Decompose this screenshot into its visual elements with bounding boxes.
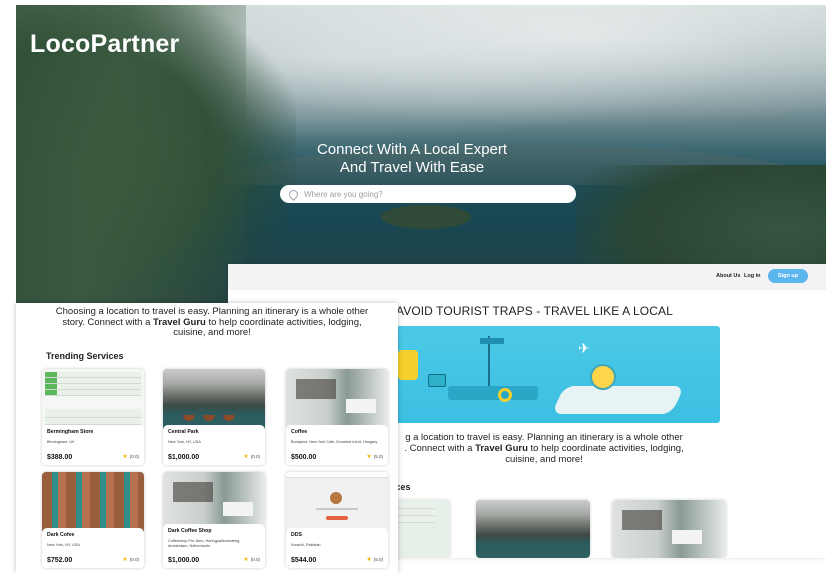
- back-desc-line3: cuisine, and more!: [505, 454, 583, 465]
- top-nav: About Us Log in Sign up: [228, 264, 826, 290]
- globe-illustration: [590, 364, 616, 390]
- service-name[interactable]: Central Park: [168, 429, 261, 435]
- back-desc-bold: Travel Guru: [475, 443, 528, 454]
- service-info: Central Park New York, NY, USA $1,000.00…: [163, 425, 265, 465]
- service-info: Coffee Budapest, New York Cafe, Erzsébet…: [286, 425, 388, 465]
- service-card[interactable]: DDS Karachi, Pakistan $544.00 ★ (5.0): [286, 472, 388, 568]
- service-location-line2: Amsterdam, Netherlands: [168, 543, 210, 548]
- service-card[interactable]: Coffee Budapest, New York Cafe, Erzsébet…: [286, 369, 388, 465]
- service-price: $752.00: [47, 557, 73, 564]
- star-icon: ★: [243, 557, 249, 563]
- back-service-card[interactable]: [476, 500, 590, 558]
- service-info: Dark Cofee New York, NY, USA $752.00 ★ (0…: [42, 528, 144, 568]
- service-location: Birmingham, UK: [47, 440, 75, 444]
- service-price: $1,000.00: [168, 454, 200, 461]
- service-price: $500.00: [291, 454, 317, 461]
- hero-title: Connect With A Local Expert And Travel W…: [260, 141, 564, 177]
- front-desc-line2b: to help coordinate activities, lodging,: [205, 316, 362, 328]
- service-thumbnail: [286, 472, 388, 532]
- service-name[interactable]: Bermingham Store: [47, 429, 140, 435]
- service-name[interactable]: Dark Cofee: [47, 532, 140, 538]
- service-thumbnail: [42, 369, 144, 429]
- rating-value: (5.0): [373, 454, 383, 459]
- phone-illustration: [551, 386, 685, 414]
- service-rating: ★ (0.0): [243, 453, 260, 460]
- service-name[interactable]: Coffee: [291, 429, 384, 435]
- star-icon: ★: [122, 454, 128, 460]
- hero-title-line2: And Travel With Ease: [339, 159, 485, 176]
- service-thumbnail: [163, 369, 265, 429]
- hero-island: [381, 205, 471, 229]
- airplane-icon: ✈: [578, 340, 590, 356]
- luggage-illustration: [398, 350, 418, 380]
- logo[interactable]: LocoPartner: [30, 30, 179, 59]
- hero-title-line1: Connect With A Local Expert: [316, 141, 508, 158]
- signboard-illustration: [480, 338, 504, 344]
- front-desc-line2a: story. Connect with a: [62, 316, 154, 328]
- service-location: New York, NY, USA: [168, 440, 201, 444]
- bench-illustration: [448, 386, 538, 400]
- service-card[interactable]: Bermingham Store Birmingham, UK $388.00 …: [42, 369, 144, 465]
- page-headline: AVOID TOURIST TRAPS - TRAVEL LIKE A LOCA…: [396, 304, 673, 318]
- back-desc-line1: g a location to travel is easy. Planning…: [405, 432, 683, 443]
- search-bar[interactable]: [280, 185, 576, 203]
- service-info: DDS Karachi, Pakistan $544.00 ★ (5.0): [286, 528, 388, 568]
- front-desc-bold: Travel Guru: [153, 316, 206, 328]
- rating-value: (0.0): [129, 557, 139, 562]
- location-pin-icon: [287, 187, 300, 201]
- star-icon: ★: [366, 557, 372, 563]
- front-description: Choosing a location to travel is easy. P…: [51, 306, 373, 339]
- service-price: $388.00: [47, 454, 73, 461]
- search-input[interactable]: [304, 189, 554, 199]
- star-icon: ★: [366, 454, 372, 460]
- service-card[interactable]: Dark Coffee Shop Coffeeshop Pre-Ahm, Har…: [163, 472, 265, 568]
- service-rating: ★ (0.0): [122, 556, 139, 563]
- service-rating: ★ (5.0): [366, 453, 383, 460]
- rating-value: (5.0): [373, 557, 383, 562]
- service-rating: ★ (0.0): [122, 453, 139, 460]
- service-price: $544.00: [291, 557, 317, 564]
- star-icon: ★: [122, 557, 128, 563]
- rating-value: (0.0): [129, 454, 139, 459]
- service-card[interactable]: Dark Cofee New York, NY, USA $752.00 ★ (0…: [42, 472, 144, 568]
- camera-illustration: [428, 374, 446, 387]
- service-info: Bermingham Store Birmingham, UK $388.00 …: [42, 425, 144, 465]
- back-desc-line2b: to help coordinate activities, lodging,: [527, 443, 684, 454]
- service-price: $1,000.00: [168, 557, 200, 564]
- service-location: New York, NY, USA: [47, 543, 80, 547]
- rating-value: (0.0): [250, 454, 260, 459]
- service-thumbnail: [286, 369, 388, 429]
- service-info: Dark Coffee Shop Coffeeshop Pre-Ahm, Har…: [163, 524, 265, 568]
- back-desc-line2a: . Connect with a: [404, 443, 476, 454]
- front-page-screenshot: Choosing a location to travel is easy. P…: [16, 303, 398, 573]
- nav-login-link[interactable]: Log in: [744, 273, 761, 279]
- star-icon: ★: [243, 454, 249, 460]
- service-card[interactable]: Central Park New York, NY, USA $1,000.00…: [163, 369, 265, 465]
- service-rating: ★ (0.0): [243, 556, 260, 563]
- trending-services-heading: Trending Services: [46, 351, 124, 361]
- back-description: g a location to travel is easy. Planning…: [368, 432, 720, 465]
- back-service-card[interactable]: [612, 500, 726, 558]
- service-thumbnail: [163, 472, 265, 528]
- service-location: Budapest, New York Cafe, Erzsébet körút,…: [291, 440, 378, 444]
- front-desc-line3: cuisine, and more!: [173, 327, 251, 338]
- signup-button[interactable]: Sign up: [768, 269, 808, 283]
- service-thumbnail: [42, 472, 144, 532]
- ring-illustration: [498, 388, 512, 402]
- service-rating: ★ (5.0): [366, 556, 383, 563]
- service-location: Karachi, Pakistan: [291, 543, 321, 547]
- rating-value: (0.0): [250, 557, 260, 562]
- service-name[interactable]: Dark Coffee Shop: [168, 528, 261, 534]
- travel-banner: ✈: [368, 326, 720, 423]
- nav-about-link[interactable]: About Us: [716, 273, 740, 279]
- service-name[interactable]: DDS: [291, 532, 384, 538]
